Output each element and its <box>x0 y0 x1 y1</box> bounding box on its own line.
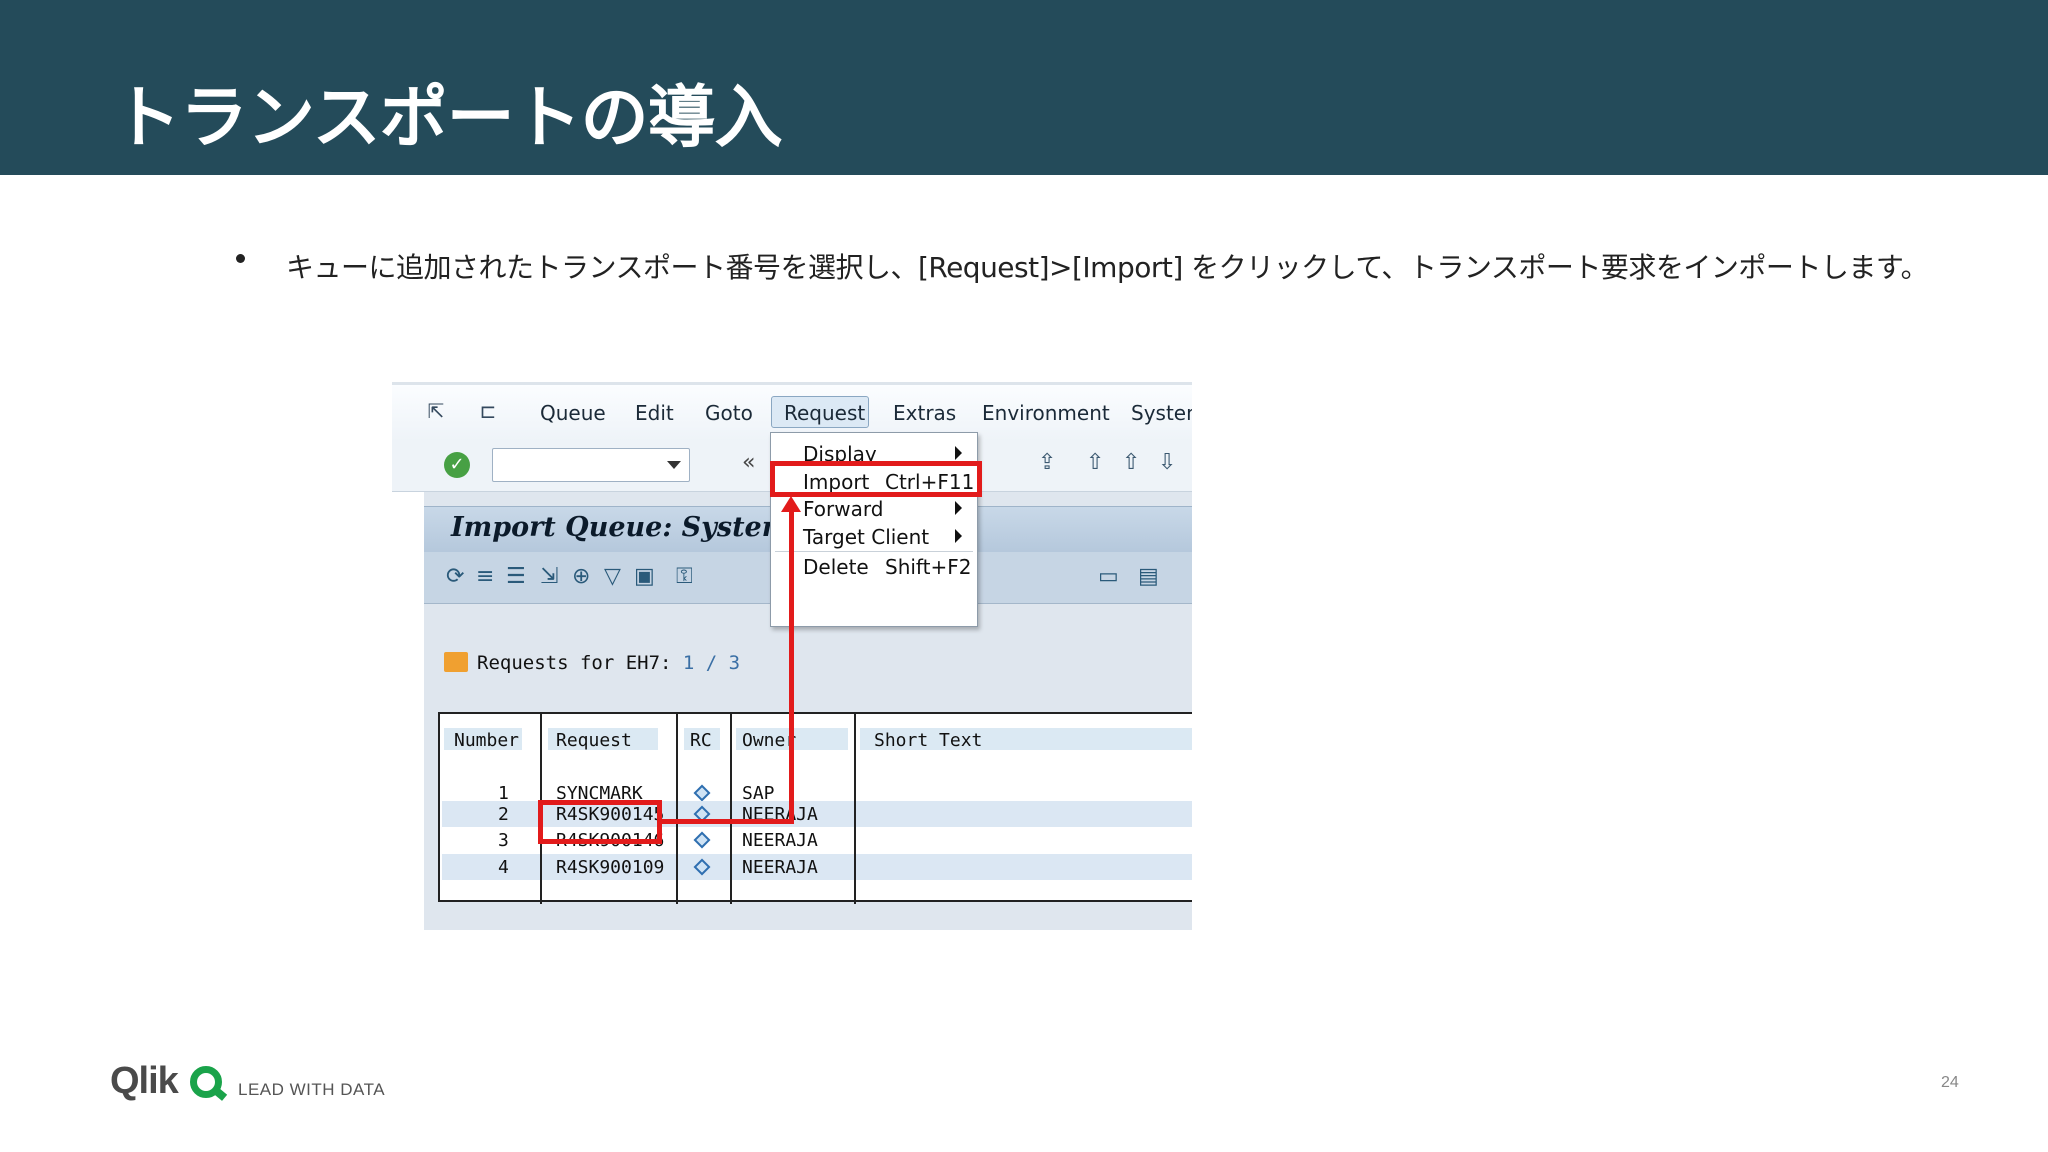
delete-shortcut: Shift+F2 <box>885 555 972 579</box>
col-number[interactable]: Number <box>454 730 519 751</box>
col-divider <box>730 714 732 904</box>
menu-edit[interactable]: Edit <box>635 401 674 425</box>
select-icon[interactable]: ⇲ <box>540 564 558 589</box>
filter-icon[interactable]: ▽ <box>604 564 621 589</box>
submenu-arrow-icon <box>955 529 962 543</box>
zoom-icon[interactable]: ⊕ <box>572 564 590 589</box>
page-number: 24 <box>1941 1074 1959 1091</box>
qlik-logo: Qlik <box>110 1060 179 1102</box>
command-field[interactable] <box>492 448 690 482</box>
annotation-arrow-icon <box>781 496 801 512</box>
download-icon[interactable]: ⇩ <box>1158 450 1176 475</box>
slide-title: トランスポートの導入 <box>113 79 783 158</box>
annotation-connector-horizontal <box>662 819 794 824</box>
transport-icon[interactable]: ⇪ <box>1038 450 1056 475</box>
menu-item-target-client[interactable]: Target Client <box>803 525 929 549</box>
menu-environment[interactable]: Environment <box>982 401 1110 425</box>
col-divider <box>676 714 678 904</box>
submenu-arrow-icon <box>955 501 962 515</box>
log-icon[interactable]: ▤ <box>1138 564 1159 589</box>
monitor-icon[interactable]: ▭ <box>1098 564 1119 589</box>
slide: トランスポートの導入 キューに追加されたトランスポート番号を選択し、[Reque… <box>0 0 2048 1152</box>
cell-owner: NEERAJA <box>742 830 818 851</box>
menu-system-icon[interactable]: ⊏ <box>475 400 501 422</box>
refresh-icon[interactable]: ⟳ <box>446 564 464 589</box>
upload-icon-2[interactable]: ⇧ <box>1122 450 1140 475</box>
cell-number: 2 <box>498 804 509 825</box>
status-diamond-icon <box>693 784 711 802</box>
col-short-text[interactable]: Short Text <box>874 730 982 751</box>
command-dropdown-icon[interactable] <box>667 461 681 469</box>
annotation-connector-vertical <box>789 512 794 824</box>
table-row[interactable]: 4 R4SK900109 NEERAJA <box>442 854 1192 880</box>
menu-separator <box>775 551 973 552</box>
submenu-arrow-icon <box>955 446 962 460</box>
cell-number: 3 <box>498 830 509 851</box>
menu-goto[interactable]: Goto <box>705 401 753 425</box>
cell-owner: NEERAJA <box>742 857 818 878</box>
logo-tagline: LEAD WITH DATA <box>238 1080 386 1099</box>
col-request[interactable]: Request <box>556 730 632 751</box>
bullet-text: キューに追加されたトランスポート番号を選択し、[Request]>[Import… <box>286 251 1929 284</box>
sort-icon[interactable]: ☰ <box>506 564 526 589</box>
qlik-q-tail-icon <box>212 1087 228 1101</box>
requests-label: Requests for EH7: <box>477 652 672 674</box>
requests-line: Requests for EH7: 1 / 3 <box>477 652 740 674</box>
key-icon[interactable]: ⚿ <box>676 564 693 589</box>
bullet-dot <box>236 254 245 263</box>
menu-extras[interactable]: Extras <box>893 401 956 425</box>
import-highlight-box <box>770 461 982 497</box>
status-diamond-icon <box>693 831 711 849</box>
enter-check-icon[interactable]: ✓ <box>444 452 470 478</box>
collapse-icon[interactable]: « <box>742 450 755 475</box>
screen-title: Import Queue: System <box>451 512 791 543</box>
table-header: Number Request RC Owner Short Text <box>440 714 1192 764</box>
upload-icon[interactable]: ⇧ <box>1086 450 1104 475</box>
sap-screenshot: ⇱ ⊏ Queue Edit Goto Request Extras Envir… <box>392 382 1192 934</box>
request-highlight-box <box>538 800 662 844</box>
status-diamond-icon <box>693 858 711 876</box>
truck-icon <box>444 652 468 672</box>
menu-queue[interactable]: Queue <box>540 401 606 425</box>
menu-item-delete[interactable]: Delete <box>803 555 869 579</box>
menu-exit-icon[interactable]: ⇱ <box>423 400 449 422</box>
align-icon[interactable]: ≡ <box>476 564 494 589</box>
screenshot-margin <box>392 930 1192 934</box>
cell-number: 4 <box>498 857 509 878</box>
col-divider <box>854 714 856 904</box>
requests-count: 1 / 3 <box>682 652 741 674</box>
menu-item-forward[interactable]: Forward <box>803 497 883 521</box>
menu-request[interactable]: Request <box>784 401 865 425</box>
layout-icon[interactable]: ▣ <box>634 564 655 589</box>
cell-request[interactable]: R4SK900109 <box>556 857 664 878</box>
menu-system[interactable]: System <box>1131 401 1192 425</box>
col-rc[interactable]: RC <box>690 730 712 751</box>
